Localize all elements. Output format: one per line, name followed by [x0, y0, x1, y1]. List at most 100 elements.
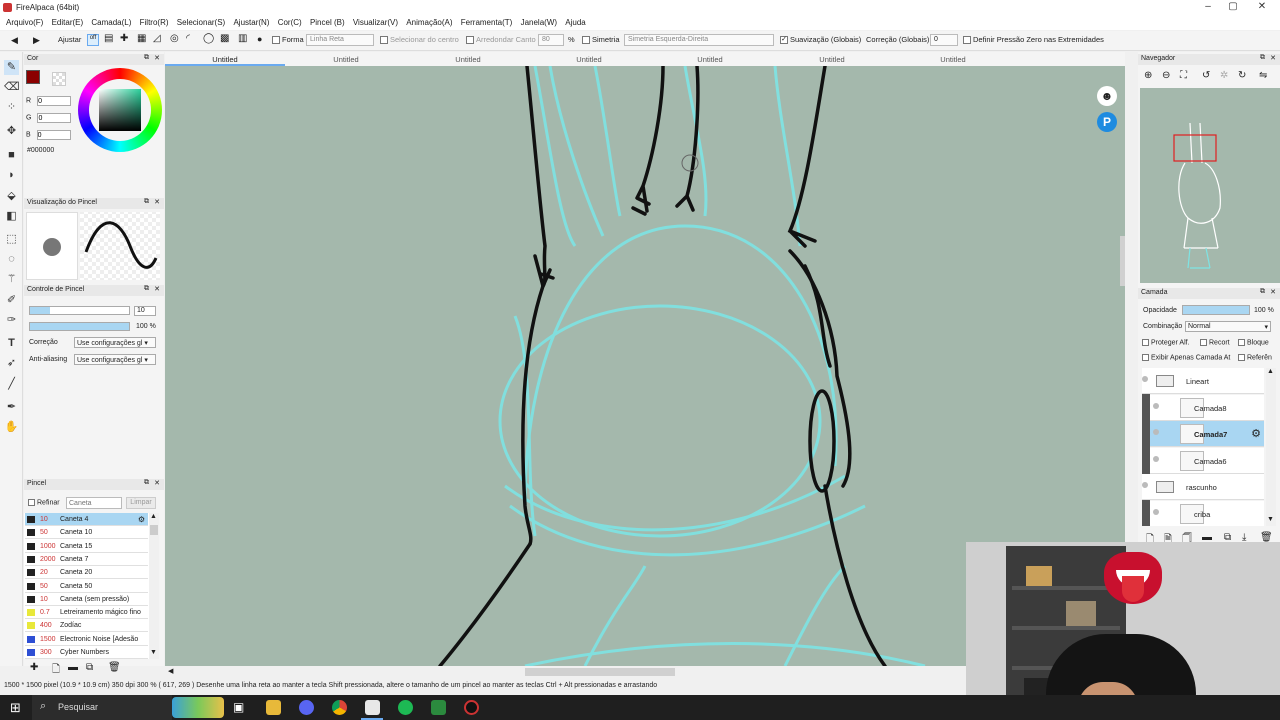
brush-list-item[interactable]: 400 Zodíac — [25, 619, 148, 633]
layer-folder-row[interactable]: Lineart — [1142, 368, 1264, 394]
blend-mode-dropdown[interactable]: Normal ▾ — [1185, 321, 1271, 332]
menu-help[interactable]: Ajuda — [565, 18, 585, 27]
visibility-icon[interactable] — [1153, 402, 1159, 409]
menu-layer[interactable]: Camada(L) — [91, 18, 131, 27]
lasso-tool-icon[interactable]: ◌ — [4, 252, 19, 267]
dock-icon[interactable]: ⧉ — [1260, 288, 1265, 296]
shape-select[interactable]: Linha Reta — [306, 34, 374, 46]
tab-untitled[interactable]: Untitled — [772, 55, 892, 64]
layer-list-scrollbar[interactable]: ▲ ▼ — [1266, 368, 1276, 526]
visibility-icon[interactable] — [1142, 482, 1148, 489]
color-wheel[interactable] — [78, 68, 162, 152]
menu-view[interactable]: Visualizar(V) — [353, 18, 398, 27]
green-input[interactable] — [37, 113, 72, 123]
canvas-horizontal-scrollbar[interactable]: ◀ — [165, 666, 965, 678]
visibility-icon[interactable] — [1153, 429, 1159, 436]
red-input[interactable] — [37, 96, 72, 106]
file-explorer-icon[interactable] — [266, 700, 281, 715]
eraser-tool-icon[interactable]: ⌫ — [4, 80, 20, 95]
brush-list-item[interactable]: 1500 Electronic Noise [Adesão — [25, 632, 148, 646]
refine-checkbox[interactable]: Refinar — [28, 499, 60, 506]
brush-list-item[interactable]: 20 Caneta 20 — [25, 566, 148, 580]
brush-size-input[interactable]: 10 — [134, 306, 156, 316]
snap-3d-icon[interactable]: ▩ — [220, 33, 229, 44]
snap-perspective-icon[interactable]: ◿ — [153, 33, 161, 44]
menu-adjust[interactable]: Ajustar(N) — [233, 18, 269, 27]
dock-icon[interactable]: ⧉ — [144, 285, 149, 293]
move-tool-icon[interactable]: ✥ — [4, 124, 19, 139]
app-icon[interactable] — [431, 700, 446, 715]
shape-checkbox[interactable]: Forma — [272, 35, 304, 45]
brush-list-item[interactable]: 50 Caneta 50 — [25, 579, 148, 593]
brush-list-scrollbar[interactable]: ▲ ▼ — [149, 513, 159, 659]
zoom-in-icon[interactable]: ⊕ — [1144, 70, 1152, 81]
brush-add-icon[interactable]: ✚ — [30, 662, 38, 673]
symmetry-checkbox[interactable]: Simetria — [582, 35, 620, 45]
tab-untitled[interactable]: Untitled — [165, 55, 285, 66]
brush-size-slider[interactable] — [29, 306, 130, 315]
tab-untitled[interactable]: Untitled — [893, 55, 1013, 64]
menu-edit[interactable]: Editar(E) — [52, 18, 84, 27]
fill-rect-tool-icon[interactable]: ■ — [4, 148, 19, 163]
snap-parallel-icon[interactable]: ▤ — [104, 33, 113, 44]
gear-icon[interactable]: ⚙ — [1251, 427, 1261, 440]
visibility-icon[interactable] — [1153, 509, 1159, 515]
snap-curve-icon[interactable]: ◜ — [186, 33, 190, 44]
smoothing-checkbox[interactable]: ✓ Suavização (Globais) — [780, 35, 861, 45]
taskbar-search[interactable]: ⌕ Pesquisar — [32, 695, 172, 720]
gradient-tool-icon[interactable]: ◧ — [4, 209, 19, 224]
transparent-color-swatch[interactable] — [52, 72, 66, 86]
clipping-checkbox[interactable]: Recort — [1200, 339, 1230, 346]
forward-arrow-icon[interactable]: ▶ — [33, 35, 40, 46]
brush-list-item[interactable]: 0.7 Letreiramento mágico fino — [25, 606, 148, 620]
round-corner-checkbox[interactable]: Arredondar Canto — [466, 35, 536, 45]
brush-list-item[interactable]: 300 Cyber Numbers — [25, 646, 148, 659]
back-arrow-icon[interactable]: ◀ — [11, 35, 18, 46]
color-square[interactable] — [99, 89, 141, 131]
close-panel-icon[interactable]: ✕ — [154, 479, 160, 487]
flip-icon[interactable]: ⇋ — [1259, 70, 1267, 81]
brush-list-item[interactable]: 1000 Caneta 15 — [25, 539, 148, 553]
brush-list-item[interactable]: 50 Caneta 10 — [25, 526, 148, 540]
menu-window[interactable]: Janela(W) — [521, 18, 557, 27]
symmetry-select[interactable]: Simetria Esquerda-Direita — [624, 34, 774, 46]
tab-untitled[interactable]: Untitled — [408, 55, 528, 64]
layer-row[interactable]: Camada7 ⚙ — [1150, 421, 1264, 448]
round-corner-input[interactable]: 80 — [538, 34, 564, 46]
firealpaca-taskbar-icon[interactable] — [365, 700, 380, 715]
show-active-layer-checkbox[interactable]: Exibir Apenas Camada At — [1142, 354, 1230, 361]
close-panel-icon[interactable]: ✕ — [1270, 54, 1276, 62]
snap-circle-icon[interactable]: ◎ — [170, 33, 179, 44]
menu-color[interactable]: Cor(C) — [278, 18, 302, 27]
select-eraser-tool-icon[interactable]: ✑ — [4, 313, 19, 328]
fill-tool-icon[interactable]: ◗ — [4, 168, 19, 183]
fit-view-icon[interactable]: ⛶ — [1180, 70, 1187, 81]
rotate-left-icon[interactable]: ↺ — [1202, 70, 1210, 81]
lock-checkbox[interactable]: Bloque — [1238, 339, 1269, 346]
visibility-icon[interactable] — [1153, 455, 1159, 462]
menu-animation[interactable]: Animação(A) — [406, 18, 452, 27]
search-highlight-image[interactable] — [172, 697, 224, 718]
delete-brush-icon[interactable]: 🗑 — [108, 662, 121, 673]
menu-file[interactable]: Arquivo(F) — [6, 18, 43, 27]
menu-brush[interactable]: Pincel (B) — [310, 18, 345, 27]
dock-icon[interactable]: ⧉ — [144, 479, 149, 487]
windows-start-icon[interactable]: ⊞ — [10, 700, 21, 716]
minimize-icon[interactable]: – — [1196, 1, 1220, 12]
obs-icon[interactable] — [464, 700, 479, 715]
pixiv-icon[interactable]: P — [1097, 112, 1117, 132]
hand-tool-icon[interactable]: ✋ — [4, 420, 19, 435]
select-center-checkbox[interactable]: Selecionar do centro — [380, 35, 459, 45]
correction-select[interactable]: 0 — [930, 34, 958, 46]
reset-rotation-icon[interactable]: ✲ — [1220, 70, 1228, 81]
close-panel-icon[interactable]: ✕ — [154, 54, 160, 62]
snap-grid-icon[interactable]: ▦ — [137, 33, 146, 44]
clear-button[interactable]: Limpar — [126, 497, 156, 509]
snap-off-button[interactable]: off — [87, 34, 99, 46]
navigator-preview[interactable] — [1140, 88, 1280, 283]
dot-tool-icon[interactable]: ⁘ — [4, 100, 19, 115]
tab-untitled[interactable]: Untitled — [286, 55, 406, 64]
operation-tool-icon[interactable]: ➶ — [4, 356, 19, 371]
mascot-icon[interactable]: ☻ — [1097, 86, 1117, 106]
gear-icon[interactable]: ⚙ — [138, 515, 145, 524]
